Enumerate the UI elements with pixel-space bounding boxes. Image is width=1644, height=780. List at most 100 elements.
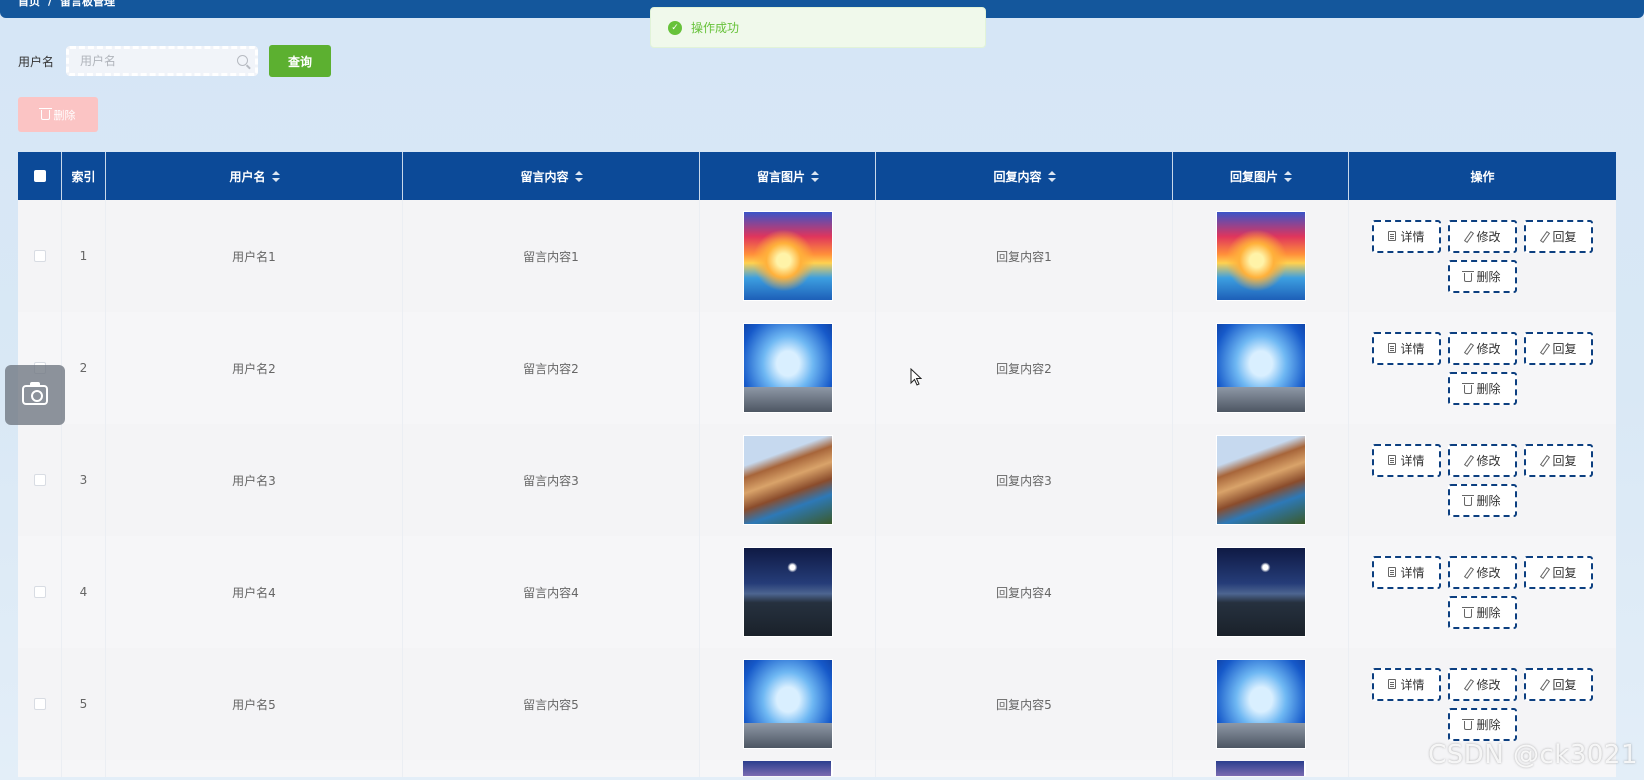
delete-button[interactable]: 删除 <box>1448 483 1517 517</box>
table-row <box>18 760 1616 777</box>
select-all-checkbox[interactable] <box>33 170 46 182</box>
trash-icon <box>1462 270 1475 282</box>
detail-button[interactable]: 详情 <box>1372 331 1441 365</box>
row-message: 留言内容4 <box>403 536 700 648</box>
edit-icon <box>1464 343 1472 353</box>
table-row: 4 用户名4 留言内容4 回复内容4 详情 修改 回复 删除 <box>18 536 1616 648</box>
header-username[interactable]: 用户名 <box>106 152 403 200</box>
batch-delete-button[interactable]: 删除 <box>18 97 98 132</box>
document-icon <box>1388 455 1397 465</box>
edit-button[interactable]: 修改 <box>1448 331 1517 365</box>
sunset-dolphin-image[interactable] <box>742 211 833 301</box>
row-message: 留言内容1 <box>403 200 700 312</box>
row-reply-image <box>1173 312 1349 424</box>
sort-icon[interactable] <box>574 170 583 182</box>
row-reply: 回复内容4 <box>876 536 1173 648</box>
cliff-village-image[interactable] <box>1215 435 1306 525</box>
table-header: 索引 用户名 留言内容 留言图片 回复内容 回复图片 操作 <box>18 152 1616 200</box>
row-checkbox[interactable] <box>33 698 46 710</box>
delete-button[interactable]: 删除 <box>1448 371 1517 405</box>
header-reply-image[interactable]: 回复图片 <box>1173 152 1349 200</box>
header-reply[interactable]: 回复内容 <box>876 152 1173 200</box>
screenshot-widget[interactable] <box>5 365 65 425</box>
search-field <box>66 46 259 76</box>
table-row: 5 用户名5 留言内容5 回复内容5 详情 修改 回复 删除 <box>18 648 1616 760</box>
delete-button[interactable]: 删除 <box>1448 595 1517 629</box>
row-checkbox[interactable] <box>33 250 46 262</box>
row-reply-image <box>1173 536 1349 648</box>
reply-button[interactable]: 回复 <box>1524 219 1593 253</box>
success-check-icon: ✓ <box>668 20 682 35</box>
edit-icon <box>1540 567 1548 577</box>
document-icon <box>1388 567 1397 577</box>
row-select-cell <box>18 648 62 760</box>
breadcrumb-home[interactable]: 首页 <box>18 0 40 7</box>
row-message-image <box>700 536 876 648</box>
edit-icon <box>1540 679 1548 689</box>
trash-icon <box>1462 494 1475 506</box>
search-input[interactable] <box>69 49 256 73</box>
header-message[interactable]: 留言内容 <box>403 152 700 200</box>
row-image[interactable] <box>742 761 833 776</box>
toast-message: 操作成功 <box>691 21 740 35</box>
edit-icon <box>1540 231 1548 241</box>
document-icon <box>1388 679 1397 689</box>
reply-button[interactable]: 回复 <box>1524 555 1593 589</box>
delete-button[interactable]: 删除 <box>1448 707 1517 741</box>
breadcrumb-separator: / <box>48 0 53 8</box>
row-actions: 详情 修改 回复 删除 <box>1349 200 1616 312</box>
edit-button[interactable]: 修改 <box>1448 555 1517 589</box>
detail-button[interactable]: 详情 <box>1372 667 1441 701</box>
message-table: 索引 用户名 留言内容 留言图片 回复内容 回复图片 操作 1 用户名1 留言内… <box>18 152 1616 777</box>
sort-icon[interactable] <box>1047 170 1056 182</box>
table-row: 3 用户名3 留言内容3 回复内容3 详情 修改 回复 删除 <box>18 424 1616 536</box>
table-row: 1 用户名1 留言内容1 回复内容1 详情 修改 回复 删除 <box>18 200 1616 312</box>
blue-sky-person-image[interactable] <box>1215 659 1306 749</box>
row-index: 4 <box>62 536 106 648</box>
table-body: 1 用户名1 留言内容1 回复内容1 详情 修改 回复 删除 2 用户名2 留言… <box>18 200 1616 777</box>
edit-icon <box>1464 567 1472 577</box>
cliff-village-image[interactable] <box>742 435 833 525</box>
row-message-image <box>700 312 876 424</box>
edit-button[interactable]: 修改 <box>1448 443 1517 477</box>
row-reply: 回复内容5 <box>876 648 1173 760</box>
row-checkbox[interactable] <box>33 586 46 598</box>
row-username: 用户名3 <box>106 424 403 536</box>
sunset-dolphin-image[interactable] <box>1215 211 1306 301</box>
blue-sky-person-image[interactable] <box>742 659 833 749</box>
sort-icon[interactable] <box>1284 170 1292 182</box>
row-select-cell <box>18 536 62 648</box>
blue-sky-person-image[interactable] <box>742 323 833 413</box>
row-checkbox[interactable] <box>33 474 46 486</box>
row-index: 5 <box>62 648 106 760</box>
row-image[interactable] <box>1215 761 1306 776</box>
row-index: 3 <box>62 424 106 536</box>
query-button[interactable]: 查询 <box>269 45 332 77</box>
search-label: 用户名 <box>18 54 55 69</box>
night-landscape-image[interactable] <box>742 547 833 637</box>
row-message-image <box>700 424 876 536</box>
camera-icon <box>22 382 48 405</box>
delete-button[interactable]: 删除 <box>1448 259 1517 293</box>
edit-button[interactable]: 修改 <box>1448 667 1517 701</box>
reply-button[interactable]: 回复 <box>1524 667 1593 701</box>
detail-button[interactable]: 详情 <box>1372 443 1441 477</box>
edit-button[interactable]: 修改 <box>1448 219 1517 253</box>
detail-button[interactable]: 详情 <box>1372 555 1441 589</box>
row-message: 留言内容3 <box>403 424 700 536</box>
row-message: 留言内容5 <box>403 648 700 760</box>
sort-icon[interactable] <box>271 170 280 182</box>
trash-icon <box>1462 718 1475 730</box>
header-message-image[interactable]: 留言图片 <box>700 152 876 200</box>
detail-button[interactable]: 详情 <box>1372 219 1441 253</box>
night-landscape-image[interactable] <box>1215 547 1306 637</box>
select-all-cell <box>18 152 62 200</box>
success-toast: ✓ 操作成功 <box>650 7 986 48</box>
reply-button[interactable]: 回复 <box>1524 331 1593 365</box>
row-actions: 详情 修改 回复 删除 <box>1349 536 1616 648</box>
reply-button[interactable]: 回复 <box>1524 443 1593 477</box>
sort-icon[interactable] <box>811 170 819 182</box>
blue-sky-person-image[interactable] <box>1215 323 1306 413</box>
row-username: 用户名5 <box>106 648 403 760</box>
row-username: 用户名1 <box>106 200 403 312</box>
